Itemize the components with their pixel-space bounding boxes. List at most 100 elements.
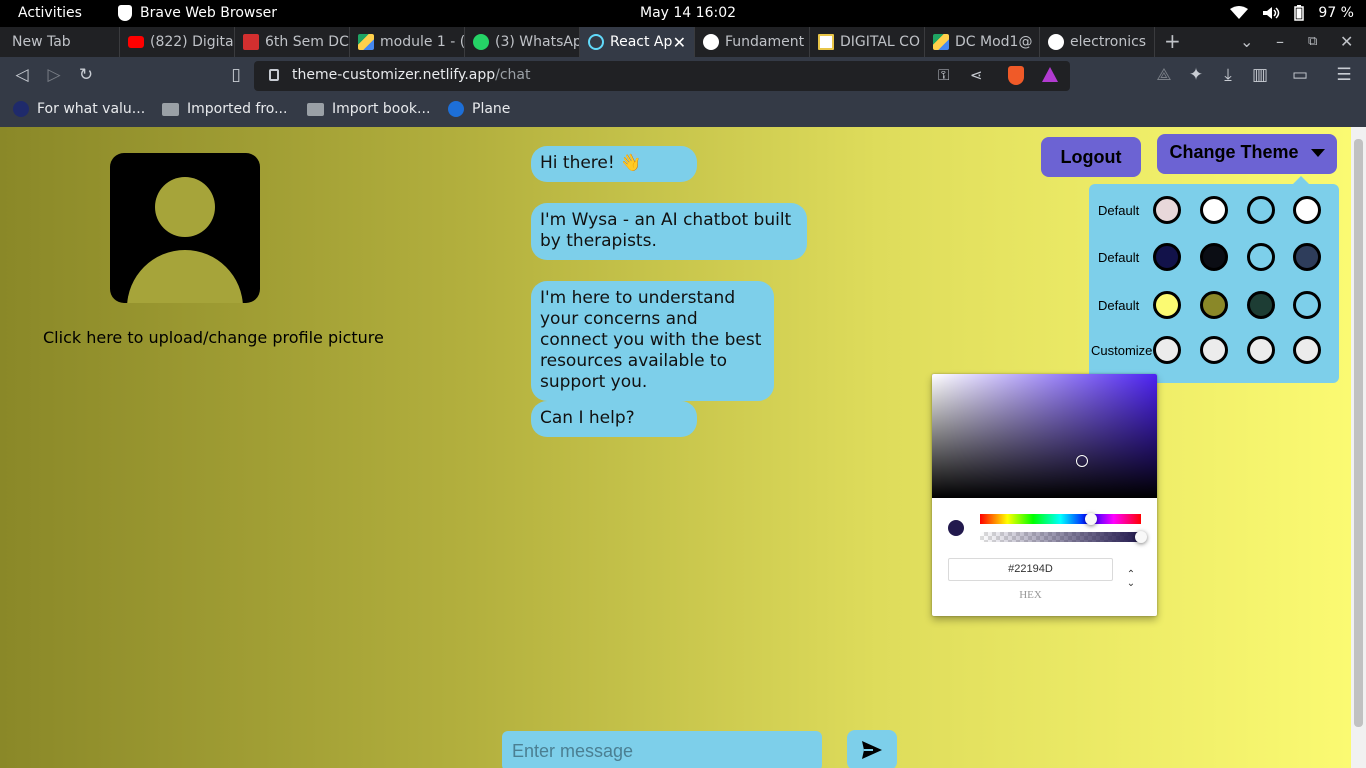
alpha-slider-handle[interactable] <box>1135 531 1147 543</box>
link-icon <box>13 101 29 117</box>
theme-color-swatch[interactable] <box>1247 291 1275 319</box>
bookmark-for-what-value[interactable]: For what valu... <box>13 101 145 117</box>
theme-color-swatch[interactable] <box>1293 196 1321 224</box>
tab-react-app[interactable]: React Ap ✕ <box>580 27 695 57</box>
brave-rewards-icon[interactable] <box>1042 67 1058 82</box>
sidebar-icon[interactable]: ▥ <box>1250 65 1270 85</box>
tab-youtube[interactable]: (822) Digita <box>120 27 235 57</box>
vpn-icon[interactable]: ⟁ <box>1154 65 1174 85</box>
tab-module-1[interactable]: module 1 - ( <box>350 27 465 57</box>
url-host: theme-customizer.netlify.app <box>292 67 496 83</box>
hue-slider[interactable] <box>980 514 1141 524</box>
avatar-body <box>127 250 243 303</box>
tab-search-chevron-icon[interactable]: ⌄ <box>1240 32 1253 51</box>
minimize-icon[interactable]: – <box>1276 32 1284 51</box>
custom-color-swatch[interactable] <box>1153 336 1181 364</box>
share-icon[interactable]: ⋖ <box>970 66 983 84</box>
tab-label: (3) WhatsAp <box>495 34 580 50</box>
mode-toggle-icon[interactable]: ⌃ ⌄ <box>1124 570 1138 589</box>
back-icon[interactable]: ◁ <box>12 65 32 85</box>
theme-color-swatch[interactable] <box>1200 291 1228 319</box>
address-bar[interactable]: theme-customizer.netlify.app/chat ⚿ ⋖ <box>254 61 1070 91</box>
wifi-icon <box>1230 6 1249 19</box>
key-icon[interactable]: ⚿ <box>938 66 949 84</box>
theme-dropdown: Default Default Default Customize <box>1089 176 1339 383</box>
lock-icon <box>269 69 279 81</box>
youtube-icon <box>128 36 144 48</box>
caret-down-icon <box>1311 149 1325 157</box>
theme-color-swatch[interactable] <box>1153 196 1181 224</box>
theme-color-swatch[interactable] <box>1153 243 1181 271</box>
bookmark-import-bookmarks[interactable]: Import book... <box>307 101 430 117</box>
saturation-area[interactable] <box>932 374 1157 498</box>
wallet-icon[interactable]: ▭ <box>1290 65 1310 85</box>
bookmark-imported-from[interactable]: Imported fro... <box>162 101 287 117</box>
url-text[interactable]: theme-customizer.netlify.app/chat <box>292 67 531 83</box>
bookmark-icon[interactable]: ▯ <box>226 65 246 85</box>
tab-digital-co[interactable]: DIGITAL CO <box>810 27 925 57</box>
hex-input[interactable]: #22194D <box>948 558 1113 581</box>
logout-button[interactable]: Logout <box>1041 137 1141 177</box>
saturation-pointer[interactable] <box>1076 455 1088 467</box>
tab-dc-mod1[interactable]: DC Mod1@ <box>925 27 1040 57</box>
custom-color-swatch[interactable] <box>1293 336 1321 364</box>
tab-label: (822) Digita <box>150 34 234 50</box>
menu-icon[interactable]: ☰ <box>1334 65 1354 85</box>
upload-profile-picture-label[interactable]: Click here to upload/change profile pict… <box>43 328 384 347</box>
theme-color-swatch[interactable] <box>1247 196 1275 224</box>
volume-icon <box>1263 7 1280 19</box>
dropdown-arrow <box>1292 176 1310 185</box>
clock[interactable]: May 14 16:02 <box>640 5 736 21</box>
bookmark-label: Import book... <box>332 101 431 117</box>
tab-6th-sem-dc[interactable]: 6th Sem DC <box>235 27 350 57</box>
theme-row: Default <box>1089 243 1339 273</box>
hex-mode-label: HEX <box>1019 589 1042 601</box>
brave-logo-icon <box>118 5 132 21</box>
alpha-slider[interactable] <box>980 532 1141 542</box>
custom-color-swatch[interactable] <box>1200 336 1228 364</box>
chat-message: I'm Wysa - an AI chatbot built by therap… <box>531 203 807 260</box>
brave-shields-icon[interactable] <box>1008 66 1024 85</box>
reload-icon[interactable]: ↻ <box>76 65 96 85</box>
avatar-head <box>155 177 215 237</box>
theme-color-swatch[interactable] <box>1153 291 1181 319</box>
close-tab-icon[interactable]: ✕ <box>673 33 686 52</box>
theme-color-swatch[interactable] <box>1200 196 1228 224</box>
url-path: /chat <box>495 67 531 83</box>
chat-page: Click here to upload/change profile pict… <box>0 127 1351 768</box>
theme-label: Customize <box>1091 343 1153 358</box>
extensions-icon[interactable]: ✦ <box>1186 65 1206 85</box>
tab-whatsapp[interactable]: (3) WhatsAp <box>465 27 580 57</box>
theme-row: Default <box>1089 196 1339 226</box>
hue-slider-handle[interactable] <box>1085 513 1098 525</box>
close-window-icon[interactable]: ✕ <box>1340 32 1353 51</box>
forward-icon[interactable]: ▷ <box>44 65 64 85</box>
profile-picture[interactable] <box>110 153 260 303</box>
page-scrollbar[interactable] <box>1351 127 1366 768</box>
browser-toolbar: ◁ ▷ ↻ ▯ theme-customizer.netlify.app/cha… <box>0 57 1366 95</box>
tab-label: Fundament <box>725 34 805 50</box>
tab-fundamentals[interactable]: Fundament <box>695 27 810 57</box>
app-menu[interactable]: Brave Web Browser <box>118 5 277 21</box>
bookmark-plane[interactable]: Plane <box>448 101 510 117</box>
react-icon <box>588 34 604 50</box>
theme-color-swatch[interactable] <box>1200 243 1228 271</box>
theme-color-swatch[interactable] <box>1293 243 1321 271</box>
downloads-icon[interactable]: ⤓ <box>1218 65 1238 85</box>
custom-color-swatch[interactable] <box>1247 336 1275 364</box>
message-input[interactable] <box>502 731 822 768</box>
tab-new-tab[interactable]: New Tab <box>0 27 120 57</box>
send-button[interactable] <box>847 730 897 768</box>
change-theme-button[interactable]: Change Theme <box>1157 134 1337 174</box>
theme-label: Default <box>1098 203 1140 218</box>
activities-button[interactable]: Activities <box>18 5 82 21</box>
new-tab-icon[interactable]: + <box>1164 29 1181 53</box>
theme-color-swatch[interactable] <box>1247 243 1275 271</box>
theme-color-swatch[interactable] <box>1293 291 1321 319</box>
scrollbar-thumb[interactable] <box>1354 139 1363 727</box>
page-icon <box>818 34 834 50</box>
tab-electronics[interactable]: electronics <box>1040 27 1155 57</box>
restore-icon[interactable]: ⧉ <box>1308 34 1317 49</box>
system-tray[interactable]: 97 % <box>1230 5 1354 21</box>
folder-icon <box>162 102 179 116</box>
